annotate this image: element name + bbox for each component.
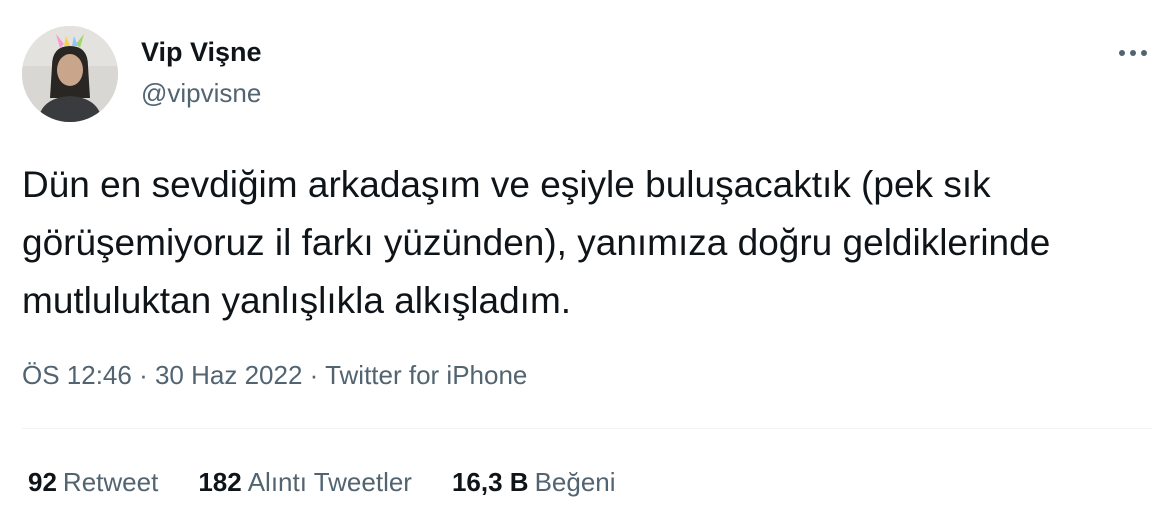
like-count: 16,3 B: [451, 467, 529, 497]
tweet-time[interactable]: ÖS 12:46: [22, 360, 132, 390]
tweet-date[interactable]: 30 Haz 2022: [155, 360, 302, 390]
divider: [22, 428, 1152, 429]
quote-stat[interactable]: 182 Alıntı Tweetler: [198, 465, 412, 499]
like-label: Beğeni: [534, 467, 616, 497]
quote-label: Alıntı Tweetler: [247, 467, 412, 497]
retweet-stat[interactable]: 92 Retweet: [28, 465, 158, 499]
avatar-image: [22, 26, 118, 122]
quote-count: 182: [198, 467, 242, 497]
retweet-label: Retweet: [62, 467, 159, 497]
more-options-button[interactable]: [1113, 40, 1153, 66]
user-handle[interactable]: @vipvisne: [141, 77, 262, 109]
retweet-count: 92: [28, 467, 57, 497]
tweet-source[interactable]: Twitter for iPhone: [325, 360, 527, 390]
display-name[interactable]: Vip Vişne: [141, 36, 262, 68]
author-block: Vip Vişne @vipvisne: [141, 36, 262, 109]
tweet-stats: 92 Retweet 182 Alıntı Tweetler 16,3 B Beğen…: [28, 465, 616, 499]
tweet-text: Dün en sevdiğim arkadaşım ve eşiyle bulu…: [22, 164, 1051, 321]
avatar[interactable]: [22, 26, 118, 122]
meta-separator: ·: [302, 360, 326, 390]
tweet-meta: ÖS 12:46 · 30 Haz 2022 · Twitter for iPh…: [22, 358, 527, 392]
more-options-icon: [1119, 50, 1147, 56]
like-stat[interactable]: 16,3 B Beğeni: [452, 465, 616, 499]
meta-separator: ·: [131, 360, 155, 390]
tweet-card: Vip Vişne @vipvisne Dün en sevdiğim arka…: [0, 0, 1170, 516]
